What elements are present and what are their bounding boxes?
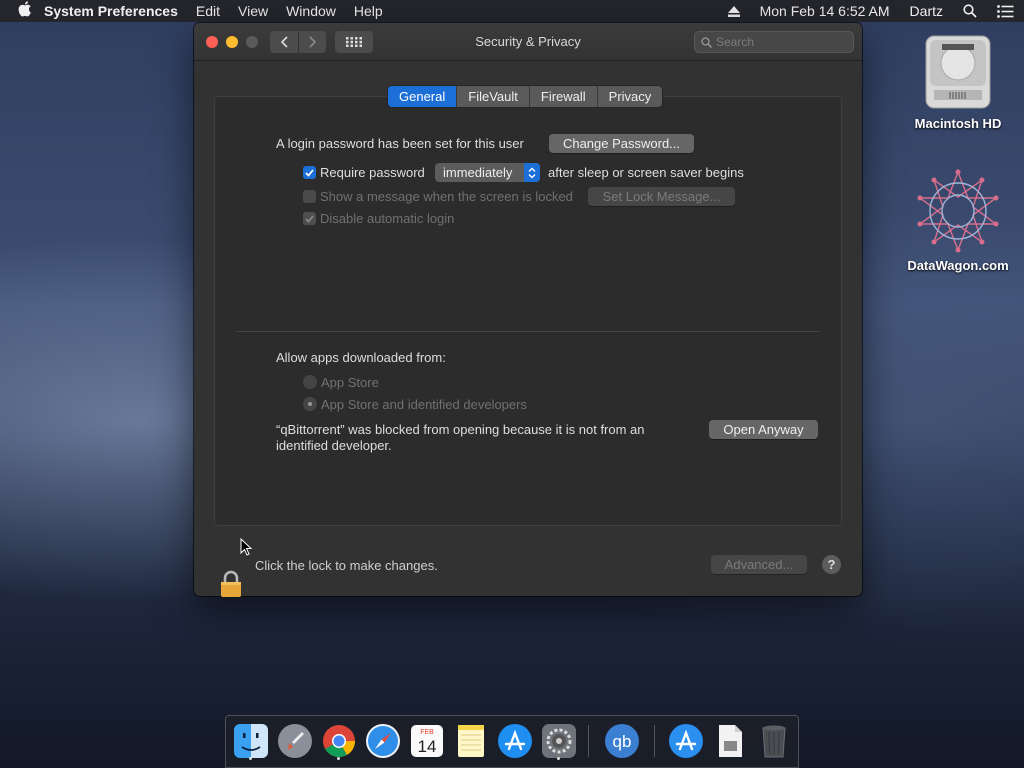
blocked-app-message-line2: identified developer. — [276, 438, 392, 453]
dock-safari[interactable] — [363, 721, 403, 761]
open-anyway-button[interactable]: Open Anyway — [709, 420, 818, 439]
require-password-delay-select[interactable]: immediately — [435, 163, 540, 182]
desktop-icon-macintosh-hd[interactable]: Macintosh HD — [903, 32, 1013, 131]
menu-app-name[interactable]: System Preferences — [44, 3, 178, 19]
app-store-icon — [669, 724, 703, 758]
dock-notes[interactable] — [451, 721, 491, 761]
dock: FEB 14 qb — [225, 715, 799, 768]
advanced-button[interactable]: Advanced... — [711, 555, 807, 574]
tab-bar: General FileVault Firewall Privacy — [388, 86, 663, 107]
menu-edit[interactable]: Edit — [196, 3, 220, 19]
show-message-checkbox[interactable] — [303, 190, 316, 203]
chrome-icon — [323, 725, 356, 758]
menu-view[interactable]: View — [238, 3, 268, 19]
after-sleep-text: after sleep or screen saver begins — [548, 165, 744, 180]
dock-trash[interactable] — [754, 721, 794, 761]
title-bar: Security & Privacy — [194, 23, 862, 61]
show-message-label: Show a message when the screen is locked — [320, 189, 573, 204]
dock-calendar[interactable]: FEB 14 — [407, 721, 447, 761]
document-icon — [719, 725, 742, 757]
menu-help[interactable]: Help — [354, 3, 383, 19]
change-password-button[interactable]: Change Password... — [549, 134, 694, 153]
calendar-icon: FEB 14 — [411, 725, 443, 757]
dock-app-store[interactable] — [495, 721, 535, 761]
desktop-icon-label: Macintosh HD — [914, 116, 1002, 131]
desktop-icon-label: DataWagon.com — [907, 258, 1009, 273]
dock-finder[interactable] — [231, 721, 271, 761]
require-password-checkbox[interactable] — [303, 166, 316, 179]
menu-user[interactable]: Dartz — [910, 3, 943, 19]
compass-icon — [366, 724, 400, 758]
spotlight-icon[interactable] — [963, 4, 977, 18]
menu-clock[interactable]: Mon Feb 14 6:52 AM — [760, 3, 890, 19]
desktop-icon-datawagon[interactable]: DataWagon.com — [903, 168, 1013, 273]
menu-window[interactable]: Window — [286, 3, 336, 19]
lock-message: Click the lock to make changes. — [255, 558, 438, 573]
gear-icon — [542, 724, 576, 758]
dock-separator — [588, 725, 589, 757]
require-password-label: Require password — [320, 165, 425, 180]
updown-arrows-icon — [524, 163, 540, 182]
trash-icon — [762, 725, 786, 758]
dock-system-preferences[interactable] — [539, 721, 579, 761]
apple-menu-icon[interactable] — [10, 1, 44, 21]
dock-qbittorrent[interactable]: qb — [602, 721, 642, 761]
security-privacy-window: Security & Privacy General FileVault Fir… — [194, 23, 862, 597]
tab-privacy[interactable]: Privacy — [596, 86, 663, 107]
app-store-icon — [498, 724, 532, 758]
calendar-day: 14 — [418, 737, 437, 756]
disable-auto-login-checkbox[interactable] — [303, 212, 316, 225]
qbittorrent-icon: qb — [605, 724, 639, 758]
dock-separator — [654, 725, 655, 757]
menu-bar: System Preferences Edit View Window Help… — [0, 0, 1024, 22]
search-input[interactable] — [716, 35, 846, 49]
search-field[interactable] — [694, 31, 854, 53]
blocked-app-message-line1: “qBittorrent” was blocked from opening b… — [276, 422, 645, 437]
tab-content-panel — [214, 96, 842, 526]
checkmark-icon — [305, 168, 314, 177]
notes-icon — [458, 725, 484, 757]
tab-general[interactable]: General — [388, 86, 457, 107]
radio-identified-developers-label: App Store and identified developers — [321, 397, 527, 412]
login-password-text: A login password has been set for this u… — [276, 136, 524, 151]
notification-center-icon[interactable] — [997, 4, 1014, 18]
running-indicator — [557, 757, 560, 760]
tab-filevault[interactable]: FileVault — [456, 86, 529, 107]
set-lock-message-button[interactable]: Set Lock Message... — [588, 187, 735, 206]
running-indicator — [337, 757, 340, 760]
radio-identified-developers[interactable] — [303, 397, 317, 411]
checkmark-icon — [305, 214, 314, 223]
hard-drive-icon — [925, 35, 991, 109]
finder-icon — [234, 724, 268, 758]
calendar-month: FEB — [420, 729, 434, 736]
lock-icon[interactable] — [220, 570, 242, 601]
disable-auto-login-label: Disable automatic login — [320, 211, 455, 226]
dock-applications-folder[interactable] — [666, 721, 706, 761]
mouse-cursor-icon — [240, 537, 253, 559]
star-pattern-icon — [917, 169, 999, 253]
qbittorrent-text: qb — [613, 732, 632, 751]
dock-launchpad[interactable] — [275, 721, 315, 761]
select-value: immediately — [443, 165, 513, 180]
running-indicator — [249, 757, 252, 760]
dock-chrome[interactable] — [319, 721, 359, 761]
radio-app-store[interactable] — [303, 375, 317, 389]
eject-icon[interactable] — [727, 5, 740, 17]
dock-downloads[interactable] — [710, 721, 750, 761]
search-icon — [701, 36, 712, 48]
radio-app-store-label: App Store — [321, 375, 379, 390]
help-button[interactable]: ? — [822, 555, 841, 574]
rocket-icon — [278, 724, 312, 758]
section-divider — [236, 331, 820, 332]
tab-firewall[interactable]: Firewall — [528, 86, 597, 107]
allow-apps-heading: Allow apps downloaded from: — [276, 350, 446, 365]
